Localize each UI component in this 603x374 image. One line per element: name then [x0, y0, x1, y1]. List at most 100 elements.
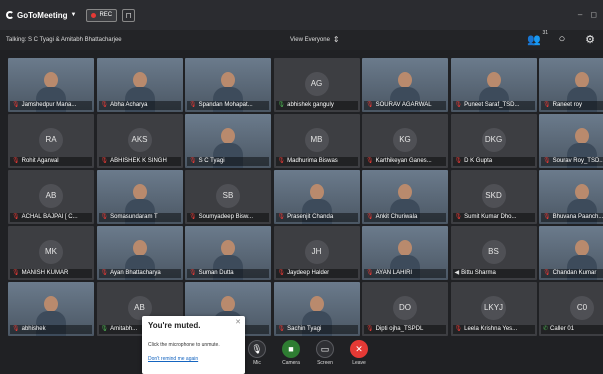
participant-name: Amitabh...: [110, 326, 138, 332]
view-selector[interactable]: View Everyone ⇕: [290, 35, 340, 44]
mic-muted-icon: 🎙: [189, 158, 197, 164]
participant-tile[interactable]: AB 🎙 ACHAL BAJPAI [ C...: [8, 170, 94, 224]
participant-tile[interactable]: SKD 🎙 Sumit Kumar Dho...: [450, 170, 537, 224]
participant-tile[interactable]: 🎙 Raneet roy: [539, 58, 603, 112]
speaker-icon: ◀: [454, 270, 460, 276]
participant-tile[interactable]: 🎙 S C Tyagi: [185, 114, 271, 168]
participant-name: Ayan Bhattacharya: [110, 270, 161, 276]
participant-tile[interactable]: DKG 🎙 D K Gupta: [450, 114, 537, 168]
minimize-icon[interactable]: –: [578, 10, 582, 19]
avatar-initials: BS: [481, 240, 506, 264]
participant-name: Dipti ojha_TSPDL: [375, 326, 424, 332]
mic-muted-icon: 🎙: [277, 158, 286, 164]
participant-tile[interactable]: BS ◀ Bittu Sharma: [450, 226, 537, 280]
title-bar: GoToMeeting ▼ REC ⊓ – ◻: [0, 0, 603, 30]
mic-muted-icon: 🎙: [366, 326, 374, 332]
avatar: AKS: [97, 128, 183, 152]
participant-tile[interactable]: 🎙 Chandan Kumar: [539, 226, 603, 280]
avatar-initials: KG: [393, 128, 417, 152]
participant-tile[interactable]: 🎙 Jamshedpur Mana...: [8, 58, 94, 112]
maximize-icon[interactable]: ◻: [590, 10, 597, 19]
participant-tile[interactable]: KG 🎙 Karthikeyan Ganes...: [362, 114, 448, 168]
participant-tile[interactable]: 🎙 Sachin Tyagi: [273, 282, 360, 336]
mic-muted-icon: 🎙: [366, 270, 374, 276]
attendees-button[interactable]: 👥 31: [527, 30, 548, 46]
participant-tile[interactable]: 🎙 Puneet Saraf_TSD...: [450, 58, 537, 112]
gear-icon[interactable]: ⚙: [583, 32, 597, 46]
participant-tile[interactable]: 🎙 Bhuvana Paanch...: [539, 170, 603, 224]
mic-muted-icon: 🎙: [277, 270, 286, 276]
mic-muted-icon: 🎙: [366, 214, 374, 220]
chat-icon[interactable]: ○: [555, 32, 569, 46]
participant-tile[interactable]: 🎙 Somasundaram T: [96, 170, 183, 224]
participant-name: Abha Acharya: [110, 102, 148, 108]
mic-button[interactable]: 🎙 Mic: [243, 340, 271, 366]
close-icon[interactable]: ✕: [235, 318, 241, 326]
participant-tile[interactable]: DO 🎙 Dipti ojha_TSPDL: [362, 282, 448, 336]
participant-name-bar: 🎙 Somasundaram T: [98, 213, 181, 222]
participant-tile[interactable]: AG 🎙 abhishek ganguly: [273, 58, 360, 112]
participant-tile[interactable]: 🎙 Sourav Roy_TSD...: [539, 114, 603, 168]
lock-icon[interactable]: ⊓: [122, 8, 136, 22]
participant-tile[interactable]: 🎙 SOURAV AGARWAL: [362, 58, 448, 112]
participant-name-bar: 🎙 Karthikeyan Ganes...: [364, 157, 446, 166]
participant-name: Bhuvana Paanch...: [552, 214, 603, 220]
participant-tile[interactable]: 🎙 Ayan Bhattacharya: [96, 226, 183, 280]
dont-remind-link[interactable]: Don't remind me again: [148, 356, 239, 362]
participant-tile[interactable]: 🎙 Prasenjit Chanda: [273, 170, 360, 224]
avatar: DO: [362, 296, 448, 320]
info-bar: Talking: S C Tyagi & Amitabh Bhattacharj…: [0, 30, 603, 50]
participant-tile[interactable]: 🎙 Spandan Mohapat...: [185, 58, 271, 112]
app-menu[interactable]: GoToMeeting ▼: [6, 11, 76, 20]
avatar-initials: DO: [393, 296, 417, 320]
participant-tile[interactable]: 🎙 Abha Acharya: [96, 58, 183, 112]
participant-name-bar: 🎙 Chandan Kumar: [541, 269, 603, 278]
participant-tile[interactable]: 🎙 AYAN LAHIRI: [362, 226, 448, 280]
participant-tile[interactable]: MB 🎙 Madhurima Biswas: [273, 114, 360, 168]
participant-name-bar: 🎙 Ankit Churiwala: [364, 213, 446, 222]
recording-button[interactable]: REC: [86, 8, 118, 22]
participant-name: abhishek ganguly: [287, 102, 334, 108]
participant-tile[interactable]: 🎙 Suman Dutta: [185, 226, 271, 280]
participant-tile[interactable]: RA 🎙 Rohit Agarwal: [8, 114, 94, 168]
avatar: SKD: [451, 184, 537, 208]
avatar-initials: JH: [304, 240, 329, 264]
leave-button[interactable]: ✕ Leave: [345, 340, 373, 366]
view-selector-label: View Everyone: [290, 36, 330, 43]
mic-muted-icon: 🎙: [189, 214, 197, 220]
screen-button[interactable]: ▭ Screen: [311, 340, 339, 366]
participant-name-bar: 🎙 abhishek ganguly: [275, 101, 358, 110]
participant-name: Jaydeep Halder: [287, 270, 330, 276]
avatar-initials: AG: [304, 72, 329, 96]
avatar: AB: [8, 184, 94, 208]
camera-button[interactable]: ■ Camera: [277, 340, 305, 366]
leave-label: Leave: [352, 360, 366, 366]
participant-name-bar: 🎙 Sachin Tyagi: [275, 325, 358, 334]
participant-tile[interactable]: 🎙 Ankit Churiwala: [362, 170, 448, 224]
participant-name: Chandan Kumar: [552, 270, 597, 276]
participant-tile[interactable]: MK 🎙 MANISH KUMAR: [8, 226, 94, 280]
participant-tile[interactable]: LKYJ 🎙 Leela Krishna Yes...: [450, 282, 537, 336]
close-icon: ✕: [350, 340, 368, 358]
avatar: LKYJ: [451, 296, 537, 320]
mic-muted-icon: 🎙: [100, 214, 109, 220]
participant-tile[interactable]: SB 🎙 Soumyadeep Bisw...: [185, 170, 271, 224]
phone-icon: ✆: [543, 326, 549, 332]
mic-muted-icon: 🎙: [100, 102, 109, 108]
participant-tile[interactable]: C0 ✆ Caller 01: [539, 282, 603, 336]
mic-muted-icon: 🎙: [12, 326, 20, 332]
participant-tile[interactable]: JH 🎙 Jaydeep Halder: [273, 226, 360, 280]
participant-name: Sourav Roy_TSD...: [552, 158, 603, 164]
participant-name: Bittu Sharma: [461, 270, 496, 276]
participant-name: D K Gupta: [464, 158, 493, 164]
people-icon: 👥: [527, 33, 541, 46]
avatar-initials: MB: [304, 128, 329, 152]
participant-name: S C Tyagi: [198, 158, 225, 164]
mic-icon: 🎙: [100, 326, 109, 332]
mic-muted-icon: 🎙: [454, 326, 463, 332]
participant-name: Suman Dutta: [198, 270, 234, 276]
avatar: KG: [362, 128, 448, 152]
mic-muted-icon: 🎙: [100, 270, 109, 276]
participant-tile[interactable]: AKS 🎙 ABHISHEK K SINGH: [96, 114, 183, 168]
participant-tile[interactable]: 🎙 abhishek: [8, 282, 94, 336]
